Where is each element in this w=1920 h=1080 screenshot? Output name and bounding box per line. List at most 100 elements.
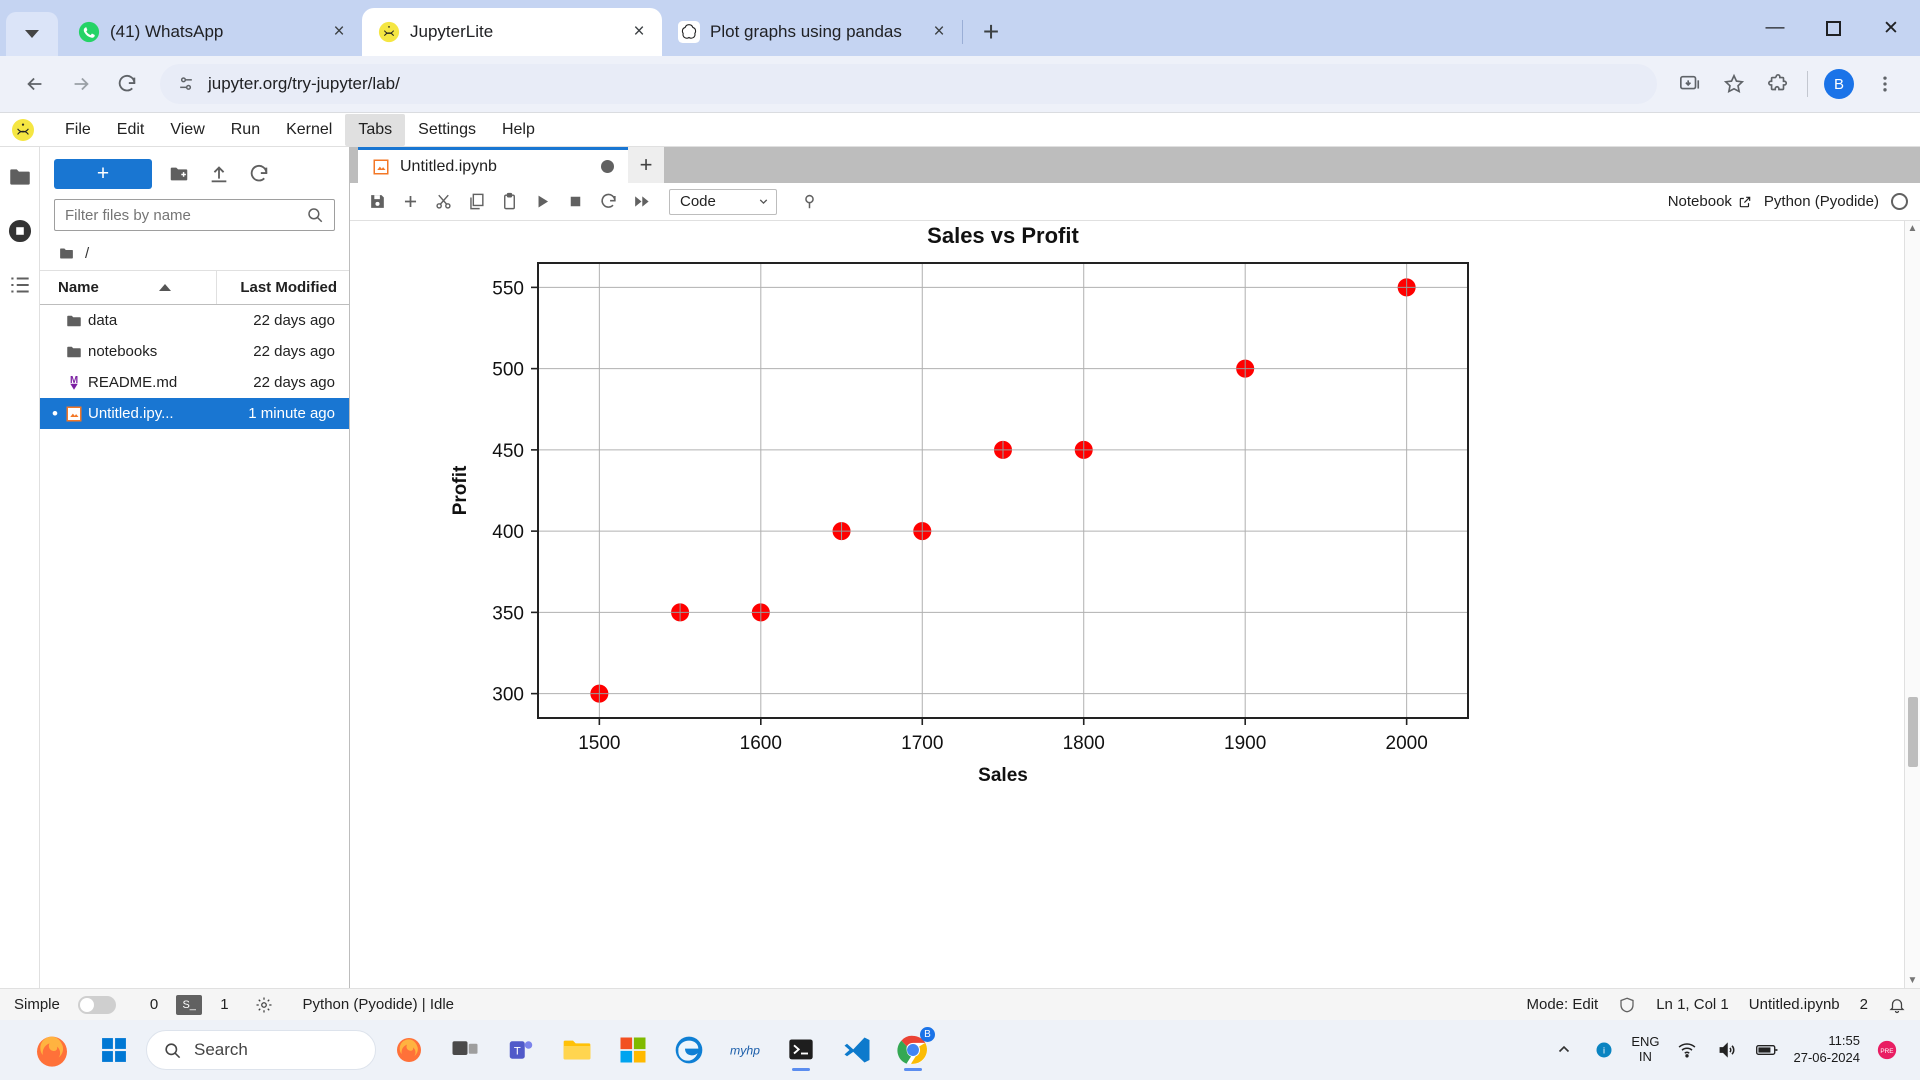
running-kernels-icon[interactable] xyxy=(6,217,34,245)
extensions-icon[interactable] xyxy=(1757,63,1799,105)
run-icon[interactable] xyxy=(527,187,557,217)
reload-button[interactable] xyxy=(106,63,148,105)
cell-type-dropdown[interactable]: Code xyxy=(669,188,777,215)
battery-icon[interactable] xyxy=(1754,1037,1780,1063)
copy-icon[interactable] xyxy=(461,187,491,217)
taskbar-search-box[interactable]: Search xyxy=(146,1030,376,1070)
list-item-selected[interactable]: • Untitled.ipy... 1 minute ago xyxy=(40,398,349,429)
scroll-down-icon[interactable]: ▼ xyxy=(1908,975,1918,986)
kernel-count-icon[interactable]: S_ xyxy=(176,994,203,1015)
menu-settings[interactable]: Settings xyxy=(405,114,489,146)
profile-avatar[interactable]: B xyxy=(1824,69,1854,99)
restart-run-all-icon[interactable] xyxy=(626,187,656,217)
chrome-menu-icon[interactable] xyxy=(1864,63,1906,105)
list-item[interactable]: notebooks 22 days ago xyxy=(40,336,349,367)
microsoft-store-icon[interactable] xyxy=(610,1027,656,1073)
column-header-name[interactable]: Name xyxy=(40,271,217,304)
browser-tab-jupyterlite[interactable]: JupyterLite × xyxy=(362,8,662,56)
kernel-status-idle-icon[interactable] xyxy=(1891,193,1908,210)
new-tab-button[interactable]: + xyxy=(969,10,1013,54)
menu-kernel[interactable]: Kernel xyxy=(273,114,345,146)
list-item[interactable]: M README.md 22 days ago xyxy=(40,367,349,398)
stop-icon[interactable] xyxy=(560,187,590,217)
save-icon[interactable] xyxy=(362,187,392,217)
refresh-icon[interactable] xyxy=(246,161,272,187)
task-view-icon[interactable] xyxy=(442,1027,488,1073)
new-folder-icon[interactable] xyxy=(166,161,192,187)
teams-icon[interactable]: T xyxy=(498,1027,544,1073)
menu-edit[interactable]: Edit xyxy=(104,114,158,146)
browser-tab-chatgpt[interactable]: Plot graphs using pandas × xyxy=(662,8,962,56)
menu-help[interactable]: Help xyxy=(489,114,548,146)
terminal-icon[interactable] xyxy=(778,1027,824,1073)
svg-text:T: T xyxy=(514,1045,521,1057)
simple-mode-toggle[interactable] xyxy=(77,995,116,1014)
close-icon[interactable]: × xyxy=(626,19,652,45)
menu-view[interactable]: View xyxy=(157,114,217,146)
unsaved-changes-icon[interactable] xyxy=(601,160,614,173)
myhp-icon[interactable]: myhp xyxy=(722,1027,768,1073)
debug-icon[interactable] xyxy=(794,187,824,217)
file-filter-box[interactable] xyxy=(54,199,335,231)
maximize-button[interactable] xyxy=(1804,0,1862,56)
restart-icon[interactable] xyxy=(593,187,623,217)
notification-badge-text: PRE xyxy=(1880,1048,1893,1055)
notebook-tab[interactable]: Untitled.ipynb xyxy=(358,147,628,183)
language-indicator[interactable]: ENG IN xyxy=(1631,1034,1659,1065)
show-hidden-icons-icon[interactable] xyxy=(1551,1037,1577,1063)
file-list-header: Name Last Modified xyxy=(40,270,349,305)
browser-tab-whatsapp[interactable]: (41) WhatsApp × xyxy=(62,8,362,56)
site-settings-icon[interactable] xyxy=(176,74,196,94)
file-browser-icon[interactable] xyxy=(6,163,34,191)
back-button[interactable] xyxy=(14,63,56,105)
shield-icon[interactable] xyxy=(1618,996,1636,1014)
firefox-pinned-icon[interactable] xyxy=(32,1030,72,1070)
list-item[interactable]: data 22 days ago xyxy=(40,305,349,336)
paste-icon[interactable] xyxy=(494,187,524,217)
menu-file[interactable]: File xyxy=(52,114,104,146)
terminals-count: 0 xyxy=(149,996,159,1013)
settings-gear-icon[interactable] xyxy=(255,996,273,1014)
notebook-scrollbar[interactable]: ▲ ▼ xyxy=(1904,221,1920,988)
wifi-icon[interactable] xyxy=(1674,1037,1700,1063)
scroll-up-icon[interactable]: ▲ xyxy=(1908,223,1918,234)
taskbar-clock[interactable]: 11:55 27-06-2024 xyxy=(1794,1033,1861,1067)
address-bar[interactable]: jupyter.org/try-jupyter/lab/ xyxy=(160,64,1657,104)
kernel-name-label[interactable]: Python (Pyodide) xyxy=(1764,193,1879,210)
file-list: data 22 days ago notebooks 22 days ago M… xyxy=(40,305,349,429)
bookmark-star-icon[interactable] xyxy=(1713,63,1755,105)
filter-files-input[interactable] xyxy=(65,206,306,224)
notifications-icon[interactable] xyxy=(1888,996,1906,1014)
windows-start-icon[interactable] xyxy=(92,1028,136,1072)
firefox-taskbar-icon[interactable] xyxy=(386,1027,432,1073)
tab-search-button[interactable] xyxy=(6,12,58,56)
breadcrumb-root: / xyxy=(85,245,90,262)
menu-tabs[interactable]: Tabs xyxy=(345,113,406,146)
chrome-icon[interactable]: B xyxy=(890,1027,936,1073)
table-of-contents-icon[interactable] xyxy=(6,271,34,299)
column-header-modified[interactable]: Last Modified xyxy=(217,271,349,304)
close-window-button[interactable]: ✕ xyxy=(1862,0,1920,56)
insert-cell-icon[interactable] xyxy=(395,187,425,217)
minimize-button[interactable]: — xyxy=(1746,0,1804,56)
edge-icon[interactable] xyxy=(666,1027,712,1073)
file-explorer-icon[interactable] xyxy=(554,1027,600,1073)
vscode-icon[interactable] xyxy=(834,1027,880,1073)
main-dock-area: Untitled.ipynb + Code Notebook Python (P… xyxy=(350,147,1920,988)
scrollbar-thumb[interactable] xyxy=(1908,696,1918,767)
notification-center-icon[interactable]: PRE xyxy=(1874,1037,1900,1063)
notebook-mode-label[interactable]: Notebook xyxy=(1668,193,1752,210)
upload-icon[interactable] xyxy=(206,161,232,187)
install-app-icon[interactable] xyxy=(1669,63,1711,105)
volume-icon[interactable] xyxy=(1714,1037,1740,1063)
close-icon[interactable]: × xyxy=(926,19,952,45)
menu-run[interactable]: Run xyxy=(218,114,273,146)
forward-button[interactable] xyxy=(60,63,102,105)
x-tick-label: 2000 xyxy=(1386,733,1428,754)
new-notebook-tab-button[interactable]: + xyxy=(628,147,664,183)
breadcrumb[interactable]: / xyxy=(40,239,349,270)
cut-icon[interactable] xyxy=(428,187,458,217)
new-launcher-button[interactable]: + xyxy=(54,159,152,189)
security-status-icon[interactable]: i xyxy=(1591,1037,1617,1063)
close-icon[interactable]: × xyxy=(326,19,352,45)
